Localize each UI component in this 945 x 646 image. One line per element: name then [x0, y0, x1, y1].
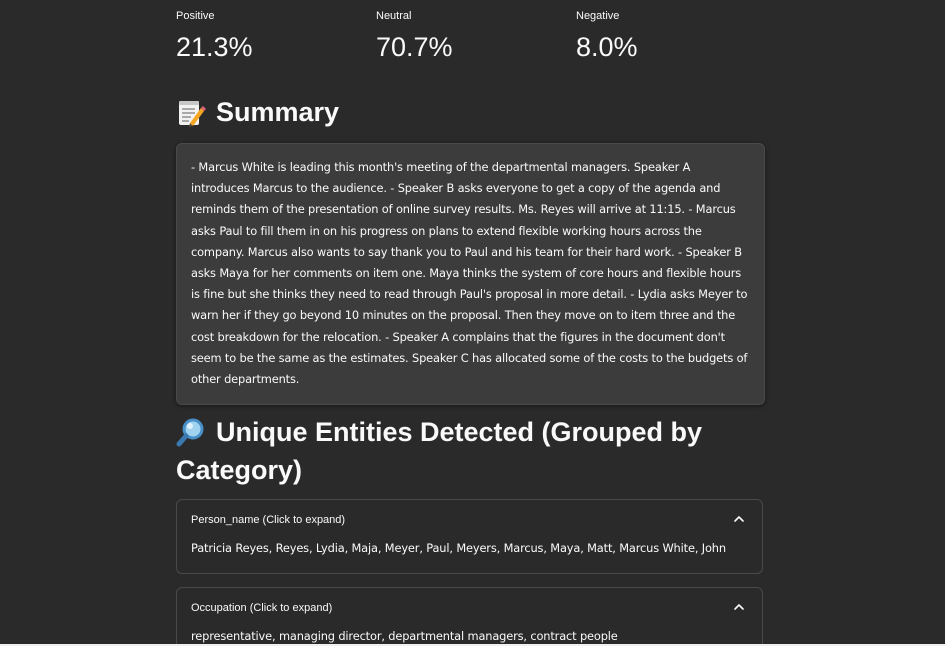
expander-content: representative, managing director, depar…	[191, 629, 618, 643]
magnifying-glass-icon	[176, 416, 206, 452]
metric-negative: Negative 8.0%	[576, 9, 638, 63]
entities-title: Unique Entities Detected (Grouped by Cat…	[176, 417, 703, 485]
entities-header: Unique Entities Detected (Grouped by Cat…	[176, 414, 763, 488]
sentiment-metrics: Positive 21.3% Neutral 70.7% Negative 8.…	[176, 0, 763, 80]
main-content: Positive 21.3% Neutral 70.7% Negative 8.…	[176, 0, 765, 646]
expander-occupation-header[interactable]: Occupation (Click to expand)	[177, 588, 762, 626]
memo-icon	[176, 96, 206, 132]
metric-label: Positive	[176, 10, 215, 22]
chevron-up-icon	[734, 516, 744, 522]
metric-value: 8.0%	[576, 32, 638, 62]
metric-positive: Positive 21.3%	[176, 9, 253, 63]
expander-title: Person_name (Click to expand)	[191, 514, 346, 526]
metric-value: 21.3%	[176, 32, 253, 62]
metric-label: Neutral	[376, 10, 412, 22]
summary-title: Summary	[216, 97, 340, 127]
summary-header: Summary	[176, 94, 339, 132]
metric-neutral: Neutral 70.7%	[376, 9, 453, 63]
chevron-up-icon	[734, 604, 744, 610]
summary-box: - Marcus White is leading this month's m…	[176, 143, 765, 406]
expander-occupation: Occupation (Click to expand) representat…	[176, 587, 763, 646]
expander-content: Patricia Reyes, Reyes, Lydia, Maja, Meye…	[191, 541, 726, 555]
metric-label: Negative	[576, 10, 620, 22]
expander-person-name-header[interactable]: Person_name (Click to expand)	[177, 500, 762, 538]
expander-person-name: Person_name (Click to expand) Patricia R…	[176, 499, 763, 574]
expander-title: Occupation (Click to expand)	[191, 602, 333, 614]
metric-value: 70.7%	[376, 32, 453, 62]
